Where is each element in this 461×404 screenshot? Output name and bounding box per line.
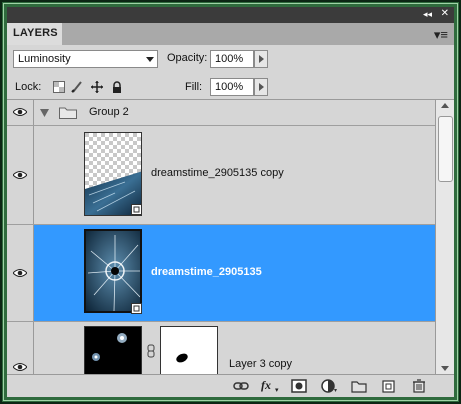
lock-transparent-pixels-icon[interactable] [53, 81, 65, 93]
opacity-input[interactable]: 100% [210, 50, 254, 68]
close-icon[interactable]: ✕ [441, 8, 449, 19]
tab-label: LAYERS [13, 27, 58, 39]
new-layer-icon[interactable] [381, 379, 397, 393]
layer-row-group[interactable]: Group 2 [7, 100, 435, 125]
tab-strip: ▾≡ [62, 23, 454, 46]
fx-icon[interactable]: fx [261, 378, 271, 393]
add-mask-icon[interactable] [291, 379, 307, 393]
new-group-icon[interactable] [351, 379, 367, 393]
scroll-down-icon[interactable] [441, 366, 449, 371]
link-icon[interactable] [147, 344, 155, 358]
layer-row-dreamstime-selected[interactable]: dreamstime_2905135 [7, 225, 435, 321]
opacity-label: Opacity: [167, 52, 208, 64]
eye-icon[interactable] [13, 107, 27, 117]
fx-caret-icon: ▾ [275, 387, 279, 394]
layer-name: dreamstime_2905135 [151, 266, 262, 278]
layers-scrollbar[interactable] [435, 100, 454, 374]
opacity-slider-button[interactable] [254, 50, 268, 68]
blend-row: Luminosity Opacity: 100% [7, 45, 454, 75]
link-layers-icon[interactable] [233, 379, 249, 393]
layers-toolbar: fx ▾ [7, 374, 454, 397]
eye-icon[interactable] [13, 170, 27, 180]
layer-name: Group 2 [89, 106, 129, 118]
layers-panel: ◂◂ ✕ LAYERS ▾≡ Luminosity Opacity: 100% … [7, 7, 454, 397]
fill-label: Fill: [185, 81, 203, 93]
folder-icon [59, 107, 77, 119]
blend-mode-select[interactable]: Luminosity [13, 50, 158, 68]
layer-row-layer3-copy[interactable]: Layer 3 copy [7, 322, 435, 386]
layer-name: dreamstime_2905135 copy [151, 167, 284, 179]
eye-icon[interactable] [13, 362, 27, 372]
panel-menu-icon[interactable]: ▾≡ [434, 27, 448, 43]
tab-layers[interactable]: LAYERS [7, 23, 63, 45]
layer-row-dreamstime-copy[interactable]: dreamstime_2905135 copy [7, 126, 435, 224]
adjustment-layer-icon[interactable] [321, 379, 337, 393]
lock-position-icon[interactable] [91, 81, 103, 93]
fill-input[interactable]: 100% [210, 78, 254, 96]
scroll-up-icon[interactable] [441, 103, 449, 108]
eye-icon[interactable] [13, 268, 27, 278]
smart-object-icon [131, 303, 142, 314]
fill-slider-button[interactable] [254, 78, 268, 96]
delete-icon[interactable] [411, 379, 427, 393]
layer-name: Layer 3 copy [229, 358, 292, 370]
panel-title-bar: ◂◂ ✕ [7, 7, 454, 23]
scroll-thumb[interactable] [438, 116, 453, 182]
chevron-down-icon[interactable] [40, 109, 49, 117]
blend-mode-value: Luminosity [18, 53, 71, 65]
lock-all-icon[interactable] [111, 81, 123, 93]
layers-list: Group 2 dreamstime_2905135 copy dreamsti… [7, 100, 435, 386]
lock-label: Lock: [15, 81, 42, 93]
smart-object-icon [131, 204, 142, 215]
chevron-down-icon [146, 57, 154, 62]
collapse-icon[interactable]: ◂◂ [423, 9, 432, 20]
lock-row: Lock: Fill: 100% [7, 75, 454, 100]
lock-image-pixels-icon[interactable] [71, 81, 83, 93]
layer-thumbnail [84, 229, 142, 313]
